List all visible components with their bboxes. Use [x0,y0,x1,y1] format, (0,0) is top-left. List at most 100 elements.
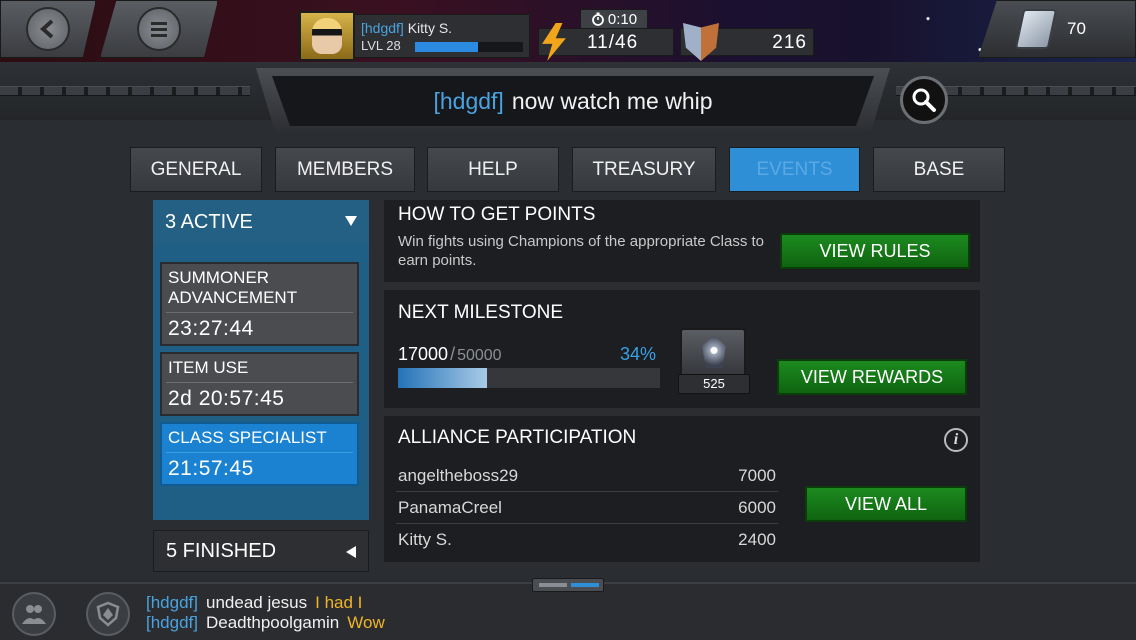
event-time: 21:57:45 [168,457,254,480]
participant-name: Kitty S. [398,530,452,549]
search-button[interactable] [900,76,948,124]
handle-segment-active [571,583,599,587]
list-item: angeltheboss29 7000 [396,460,778,492]
events-list-panel: 3 ACTIVE SUMMONER ADVANCEMENT 23:27:44 I… [153,200,369,520]
reward-count: 525 [678,374,750,394]
menu-icon [137,7,181,51]
chat-user: undead jesus [206,593,308,612]
event-time: 2d 20:57:45 [168,387,285,410]
how-to-title: HOW TO GET POINTS [398,204,596,225]
chat-tag: [hdgdf] [146,593,198,612]
friends-chat-button[interactable] [12,592,56,636]
milestone-separator: / [450,344,456,364]
event-name: CLASS SPECIALIST [168,428,327,447]
participant-name: angeltheboss29 [398,465,519,485]
cards-button[interactable]: 70 [978,0,1136,58]
profile-name: [hdgdf] Kitty S. [361,20,452,36]
milestone-percent: 34% [620,344,657,364]
milestone-reward-item[interactable]: 525 [678,328,750,394]
chat-text: Wow [347,613,385,632]
milestone-current: 17000 [398,344,449,364]
alliance-message-banner[interactable]: [hdgdf] now watch me whip [272,76,874,126]
caret-left-icon [346,546,356,558]
avatar [299,11,355,61]
event-name: ITEM USE [168,358,249,377]
banner-tag: [hdgdf] [433,87,504,114]
energy-panel[interactable]: 11/46 [538,23,674,61]
shield-icon [683,23,719,61]
info-icon[interactable]: i [944,428,968,452]
list-item: Kitty S. 2400 [396,524,778,556]
player-level: LVL 28 [361,38,401,53]
chat-message: [hdgdf] Deadthpoolgamin Wow [146,613,385,633]
event-name: SUMMONER ADVANCEMENT [168,268,298,307]
event-item-summoner-advancement[interactable]: SUMMONER ADVANCEMENT 23:27:44 [160,262,359,346]
participant-name: PanamaCreel [398,497,502,517]
card-icon [1014,9,1058,49]
event-time: 23:27:44 [168,317,254,340]
active-events-header[interactable]: 3 ACTIVE [153,200,369,244]
milestone-target: 50000 [457,347,502,364]
milestone-progress-text: 17000/50000 [398,344,502,365]
how-to-description: Win fights using Champions of the approp… [398,233,765,269]
how-to-section: HOW TO GET POINTS Win fights using Champ… [384,200,980,282]
timer-value: 0:10 [607,10,638,28]
alliance-chat-button[interactable] [86,592,130,636]
tab-members[interactable]: MEMBERS [275,147,415,192]
milestone-title: NEXT MILESTONE [398,302,564,323]
crystal-icon [702,336,726,368]
tab-treasury[interactable]: TREASURY [572,147,716,192]
chat-user: Deadthpoolgamin [206,613,340,632]
cards-count: 70 [1067,19,1086,38]
tab-events[interactable]: EVENTS [729,147,860,192]
chain-decoration-left [0,86,250,96]
participant-points: 2400 [738,530,776,549]
milestone-progress-bar [398,368,660,388]
active-events-label: 3 ACTIVE [165,210,253,233]
champion-portrait-icon [312,18,342,54]
alliance-shield-icon [96,601,120,627]
participant-points: 7000 [738,465,776,485]
participant-points: 6000 [738,497,776,517]
view-all-button[interactable]: VIEW ALL [805,486,967,522]
player-name: Kitty S. [407,20,453,36]
chat-tag: [hdgdf] [146,613,198,632]
alliance-points-panel[interactable]: 216 [680,23,814,61]
chat-text: I had I [315,593,363,612]
participation-list: angeltheboss29 7000 PanamaCreel 6000 Kit… [396,460,778,556]
milestone-section: NEXT MILESTONE 17000/50000 34% 525 VIEW … [384,290,980,408]
finished-events-label: 5 FINISHED [166,539,277,562]
chat-message: [hdgdf] undead jesus I had I [146,593,362,613]
banner-message: now watch me whip [511,87,713,114]
menu-button[interactable] [100,0,218,58]
alliance-tag: [hdgdf] [361,20,404,36]
lightning-bolt-icon [542,23,566,61]
people-icon [22,605,46,624]
participation-section: ALLIANCE PARTICIPATION i angeltheboss29 … [384,416,980,562]
back-button[interactable] [0,0,96,58]
view-rules-button[interactable]: VIEW RULES [780,233,970,269]
chat-expand-handle[interactable] [532,578,604,592]
back-arrow-icon [26,7,70,51]
profile-panel[interactable]: [hdgdf] Kitty S. LVL 28 [298,11,530,61]
tab-base[interactable]: BASE [873,147,1005,192]
event-item-class-specialist[interactable]: CLASS SPECIALIST 21:57:45 [160,422,359,486]
list-item: PanamaCreel 6000 [396,492,778,524]
handle-segment [539,583,567,587]
event-item-item-use[interactable]: ITEM USE 2d 20:57:45 [160,352,359,416]
view-rewards-button[interactable]: VIEW REWARDS [777,359,967,395]
caret-down-icon [345,216,357,226]
tab-bar: GENERAL MEMBERS HELP TREASURY EVENTS BAS… [0,147,1136,193]
alliance-points-value: 216 [772,32,807,53]
xp-bar [415,42,523,52]
tab-general[interactable]: GENERAL [130,147,262,192]
stopwatch-icon [591,12,604,26]
xp-bar-fill [415,42,478,52]
finished-events-header[interactable]: 5 FINISHED [153,530,369,572]
milestone-progress-fill [398,368,488,388]
search-icon [912,88,936,112]
energy-value: 11/46 [587,32,639,53]
energy-timer: 0:10 [580,9,648,29]
tab-help[interactable]: HELP [427,147,559,192]
participation-title: ALLIANCE PARTICIPATION [398,427,637,448]
